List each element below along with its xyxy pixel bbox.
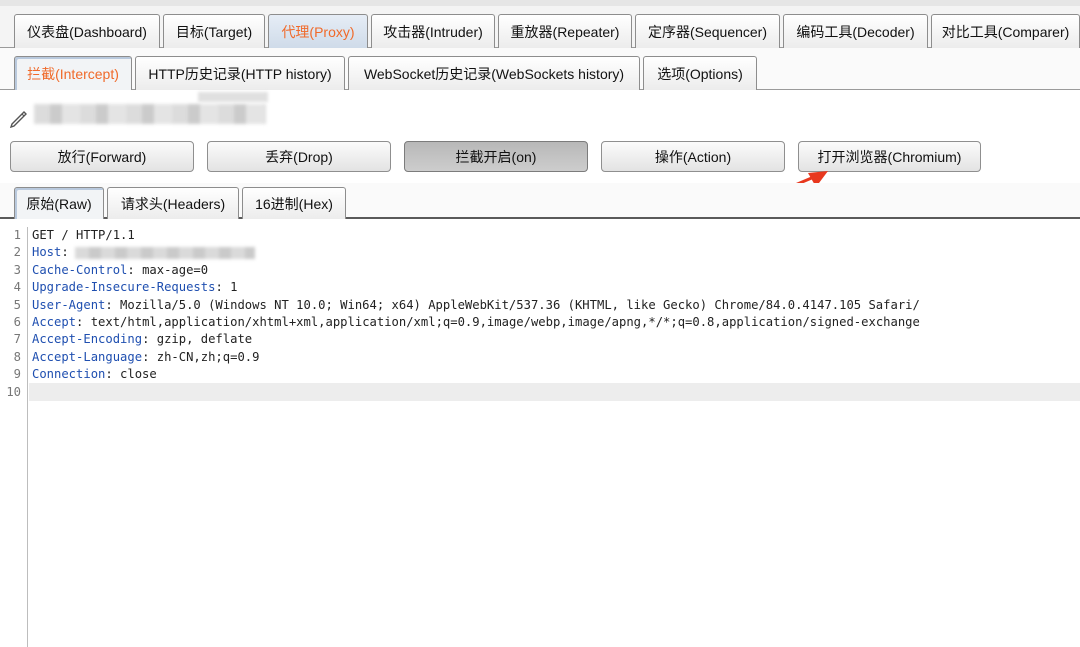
header-key: Cache-Control <box>32 262 128 277</box>
header-value: : Mozilla/5.0 (Windows NT 10.0; Win64; x… <box>105 297 920 312</box>
tab-comparer[interactable]: 对比工具(Comparer) <box>931 14 1080 48</box>
line-number: 3 <box>13 262 21 277</box>
redacted-target-host <box>34 104 266 124</box>
header-key: Connection <box>32 367 106 382</box>
line-number: 8 <box>13 349 21 364</box>
header-value: : zh-CN,zh;q=0.9 <box>142 349 260 364</box>
tab-intercept[interactable]: 拦截(Intercept) <box>14 56 132 90</box>
header-line: Connection: close <box>32 366 157 383</box>
header-key: Host <box>32 245 62 260</box>
header-key: Accept-Language <box>32 349 143 364</box>
header-line: User-Agent: Mozilla/5.0 (Windows NT 10.0… <box>32 297 920 314</box>
tab-hex[interactable]: 16进制(Hex) <box>242 187 346 219</box>
header-value: : <box>61 245 69 260</box>
forward-button[interactable]: 放行(Forward) <box>10 141 194 172</box>
line-number: 2 <box>13 245 21 260</box>
request-line: GET / HTTP/1.1 <box>32 227 135 244</box>
redacted-host-value <box>74 246 255 259</box>
line-number: 1 <box>13 228 21 242</box>
tab-intruder[interactable]: 攻击器(Intruder) <box>371 14 495 48</box>
line-number: 6 <box>13 315 21 329</box>
header-line: Upgrade-Insecure-Requests: 1 <box>32 279 237 296</box>
header-value: : gzip, deflate <box>142 332 253 347</box>
line-number: 9 <box>13 367 21 382</box>
tab-options[interactable]: 选项(Options) <box>643 56 757 90</box>
raw-request-editor[interactable]: 1 GET / HTTP/1.1 2 Host: 3 Cache-Control… <box>0 227 1080 647</box>
main-tab-bar: 仪表盘(Dashboard) 目标(Target) 代理(Proxy) 攻击器(… <box>0 6 1080 48</box>
tab-decoder[interactable]: 编码工具(Decoder) <box>783 14 928 48</box>
intercept-toggle-button[interactable]: 拦截开启(on) <box>404 141 588 172</box>
line-number: 4 <box>13 280 21 295</box>
header-key: User-Agent <box>32 297 106 312</box>
header-value: : close <box>105 367 157 382</box>
redacted-target-detail <box>198 92 268 102</box>
header-value: : max-age=0 <box>127 262 209 277</box>
header-line: Host: <box>32 244 255 261</box>
tab-proxy[interactable]: 代理(Proxy) <box>268 14 368 48</box>
tab-http-history[interactable]: HTTP历史记录(HTTP history) <box>135 56 345 90</box>
header-value: : 1 <box>215 280 238 295</box>
tab-repeater[interactable]: 重放器(Repeater) <box>498 14 632 48</box>
current-line-highlight <box>29 383 1080 401</box>
tab-target[interactable]: 目标(Target) <box>163 14 265 48</box>
header-line: Accept: text/html,application/xhtml+xml,… <box>32 314 920 331</box>
line-number: 5 <box>13 297 21 312</box>
tab-websockets-history[interactable]: WebSocket历史记录(WebSockets history) <box>348 56 640 90</box>
header-line: Accept-Encoding: gzip, deflate <box>32 331 252 348</box>
header-line: Accept-Language: zh-CN,zh;q=0.9 <box>32 349 259 366</box>
header-key: Accept-Encoding <box>32 332 143 347</box>
header-key: Upgrade-Insecure-Requests <box>32 280 216 295</box>
header-value: : text/html,application/xhtml+xml,applic… <box>76 315 920 329</box>
proxy-tab-bar: 拦截(Intercept) HTTP历史记录(HTTP history) Web… <box>0 48 1080 90</box>
tab-raw[interactable]: 原始(Raw) <box>14 187 104 219</box>
message-view-tab-bar: 原始(Raw) 请求头(Headers) 16进制(Hex) <box>0 183 1080 219</box>
request-line-text: GET / HTTP/1.1 <box>32 228 135 242</box>
tab-headers[interactable]: 请求头(Headers) <box>107 187 239 219</box>
header-key: Accept <box>32 315 77 329</box>
request-target-row <box>0 92 1080 138</box>
header-line: Cache-Control: max-age=0 <box>32 262 208 279</box>
pencil-icon[interactable] <box>8 106 30 128</box>
line-number: 10 <box>6 384 21 399</box>
line-number: 7 <box>13 332 21 347</box>
tab-dashboard[interactable]: 仪表盘(Dashboard) <box>14 14 160 48</box>
drop-button[interactable]: 丢弃(Drop) <box>207 141 391 172</box>
tab-sequencer[interactable]: 定序器(Sequencer) <box>635 14 780 48</box>
